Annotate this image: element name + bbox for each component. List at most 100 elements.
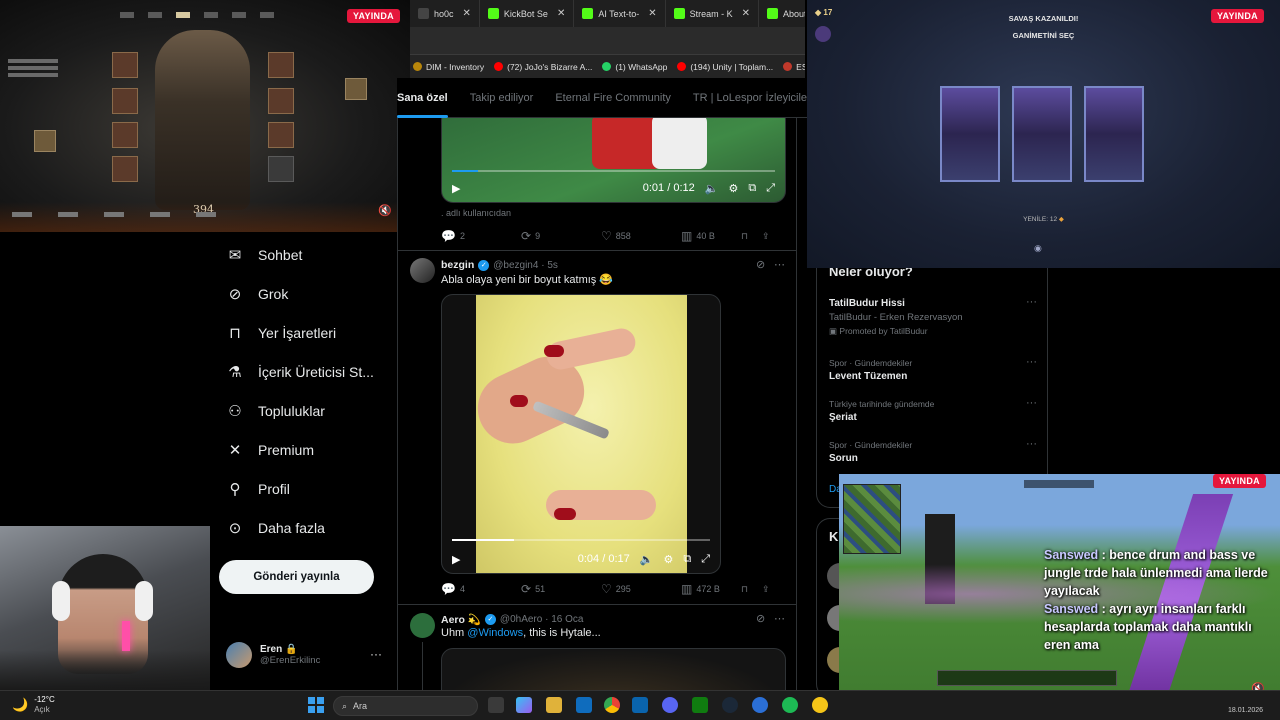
play-icon[interactable]: ▶ (452, 182, 460, 195)
user-handle[interactable]: @0hAero · 16 Oca (500, 614, 584, 625)
tab-following[interactable]: Takip ediliyor (470, 78, 534, 118)
reply-button[interactable]: 💬 4 (441, 582, 521, 596)
tweet-media[interactable] (441, 648, 786, 690)
user-name[interactable]: Aero 💫 (441, 613, 481, 626)
app-icon[interactable] (752, 697, 768, 713)
reroll-label[interactable]: YENİLE: 12 ◆ (807, 215, 1280, 223)
close-icon[interactable]: ✕ (463, 8, 471, 19)
search-input[interactable]: ⌕ Ara (333, 696, 478, 716)
tab-title: ho0c (434, 8, 454, 19)
retweet-button[interactable]: ⟳ 9 (521, 229, 601, 243)
views-button[interactable]: ▥ 472 B (681, 582, 761, 596)
user-name[interactable]: bezgin (441, 259, 474, 271)
popout-icon[interactable]: ⧉ (683, 553, 691, 566)
bookmark-icon[interactable]: ⊓ (741, 231, 748, 242)
play-icon[interactable]: ▶ (452, 553, 460, 566)
post-button[interactable]: Gönderi yayınla (219, 560, 374, 594)
bookmark-item[interactable]: ESO (783, 62, 805, 72)
file-explorer-icon[interactable] (546, 697, 562, 713)
nav-bookmarks[interactable]: ⊓ Yer İşaretleri (226, 324, 336, 342)
user-handle[interactable]: @bezgin4 · 5s (493, 260, 558, 271)
eye-icon[interactable]: ◉ (1034, 243, 1042, 254)
tab-eternal-fire[interactable]: Eternal Fire Community (555, 78, 671, 118)
browser-tab[interactable]: About San✕ (759, 0, 805, 27)
fullscreen-icon[interactable]: ⤢ (766, 182, 775, 195)
share-icon[interactable]: ⇪ (762, 584, 770, 595)
address-bar[interactable] (410, 27, 805, 55)
more-icon[interactable]: ··· (370, 647, 382, 661)
grok-icon[interactable]: ⊘ (756, 612, 765, 625)
fullscreen-icon[interactable]: ⤢ (701, 553, 710, 566)
nav-creator-studio[interactable]: ⚗ İçerik Üreticisi St... (226, 363, 374, 381)
avatar[interactable] (410, 613, 435, 638)
reward-card[interactable] (1012, 86, 1072, 182)
more-icon[interactable]: ··· (1026, 397, 1037, 409)
windows-start-icon[interactable] (308, 697, 324, 713)
close-icon[interactable]: ✕ (648, 8, 656, 19)
discord-icon[interactable] (662, 697, 678, 713)
like-button[interactable]: ♡ 858 (601, 229, 681, 243)
spotify-icon[interactable] (782, 697, 798, 713)
bookmark-icon[interactable]: ⊓ (741, 584, 748, 595)
reply-button[interactable]: 💬 2 (441, 229, 521, 243)
settings-icon[interactable]: ⚙ (663, 553, 673, 566)
account-switcher[interactable]: Eren 🔒 @ErenErkilinc (226, 642, 320, 668)
close-icon[interactable]: ✕ (742, 8, 750, 19)
bookmark-item[interactable]: (194) Unity | Toplam... (677, 62, 773, 72)
reward-card[interactable] (940, 86, 1000, 182)
weather-widget[interactable]: 🌙 -12°C Açık (12, 695, 55, 715)
nav-communities[interactable]: ⚇ Topluluklar (226, 402, 325, 420)
chat-message: Sanswed : bence drum and bass ve jungle … (1044, 548, 1268, 598)
browser-tab[interactable]: KickBot Se ✕ (480, 0, 575, 27)
outlook-icon[interactable] (632, 697, 648, 713)
volume-icon[interactable]: 🔈 (705, 182, 719, 195)
nav-profile[interactable]: ⚲ Profil (226, 480, 290, 498)
browser-tab[interactable]: ho0c ✕ (410, 0, 480, 27)
mute-icon[interactable]: 🔇 (378, 204, 392, 217)
nav-chat[interactable]: ✉ Sohbet (226, 246, 303, 264)
nav-more[interactable]: ⊙ Daha fazla (226, 519, 325, 537)
bookmark-item[interactable]: (72) JoJo's Bizarre A... (494, 62, 592, 72)
bookmark-item[interactable]: DIM - Inventory (413, 62, 484, 72)
trend-item[interactable]: Spor · Gündemdekiler Sorun (829, 440, 912, 464)
browser-tab[interactable]: Stream - K ✕ (666, 0, 759, 27)
store-icon[interactable] (576, 697, 592, 713)
like-button[interactable]: ♡ 295 (601, 582, 681, 596)
steam-icon[interactable] (722, 697, 738, 713)
task-view-icon[interactable] (488, 697, 504, 713)
nav-grok[interactable]: ⊘ Grok (226, 285, 289, 303)
app-icon[interactable] (812, 697, 828, 713)
chrome-icon[interactable] (604, 697, 620, 713)
retweet-button[interactable]: ⟳ 51 (521, 582, 601, 596)
volume-icon[interactable]: 🔈 (640, 553, 654, 566)
video-progress[interactable] (452, 170, 775, 172)
mention-link[interactable]: @Windows (467, 627, 523, 639)
reward-card[interactable] (1084, 86, 1144, 182)
settings-icon[interactable]: ⚙ (728, 182, 738, 195)
tweet-video[interactable]: ▶ 0:04 / 0:17 🔈 ⚙ ⧉ ⤢ (441, 294, 721, 574)
copilot-icon[interactable] (516, 697, 532, 713)
grok-icon[interactable]: ⊘ (756, 258, 765, 271)
xbox-icon[interactable] (692, 697, 708, 713)
more-icon[interactable]: ⋯ (774, 258, 785, 271)
promo-trend[interactable]: TatilBudur Hissi TatilBudur - Erken Reze… (829, 298, 1029, 337)
close-icon[interactable]: ✕ (557, 8, 565, 19)
share-icon[interactable]: ⇪ (762, 231, 770, 242)
popout-icon[interactable]: ⧉ (748, 182, 756, 195)
trend-item[interactable]: Spor · Gündemdekiler Levent Tüzemen (829, 358, 912, 382)
bookmark-item[interactable]: (1) WhatsApp (602, 62, 667, 72)
trend-item[interactable]: Türkiye tarihinde gündemde Şeriat (829, 399, 934, 423)
tab-lolespor[interactable]: TR | LoLespor İzleyicile (693, 78, 807, 118)
tab-for-you[interactable]: Sana özel (397, 78, 448, 118)
tweet-video[interactable]: ▶ 0:01 / 0:12 🔈 ⚙ ⧉ ⤢ (441, 118, 786, 203)
avatar[interactable] (410, 258, 435, 283)
views-button[interactable]: ▥ 40 B (681, 229, 761, 243)
reply-icon: 💬 (441, 229, 456, 243)
more-icon[interactable]: ⋯ (774, 612, 785, 625)
video-progress[interactable] (452, 539, 710, 541)
more-icon[interactable]: ··· (1026, 438, 1037, 450)
nav-premium[interactable]: ✕ Premium (226, 441, 314, 459)
more-icon[interactable]: ··· (1026, 296, 1037, 308)
browser-tab[interactable]: AI Text-to- ✕ (574, 0, 666, 27)
more-icon[interactable]: ··· (1026, 356, 1037, 368)
